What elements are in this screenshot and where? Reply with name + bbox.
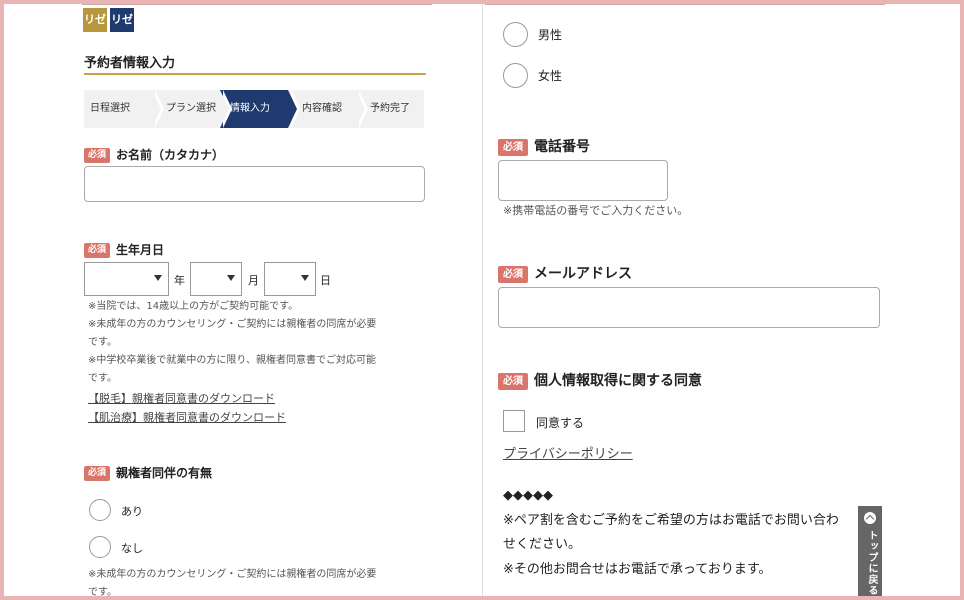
birth-month-select[interactable] xyxy=(190,262,242,296)
name-field-label: 必須 お名前（カタカナ） xyxy=(84,146,224,163)
birth-note-3: です。 xyxy=(88,337,117,348)
month-unit: 月 xyxy=(248,274,259,287)
phone-field-label: 必須 電話番号 xyxy=(498,136,590,156)
gender-female-label: 女性 xyxy=(538,69,563,83)
email-field-label: 必須 メールアドレス xyxy=(498,263,632,283)
step-date-label: 日程選択 xyxy=(90,103,130,114)
logo-mark-navy: リゼ xyxy=(110,8,134,32)
birthdate-field-label: 必須 生年月日 xyxy=(84,241,164,258)
guardian-yes-radio[interactable] xyxy=(89,499,111,521)
chevron-down-icon xyxy=(154,275,162,281)
gender-male-label: 男性 xyxy=(538,28,563,42)
step-info-label: 情報入力 xyxy=(230,103,270,114)
birth-note-5: です。 xyxy=(88,373,117,384)
guardian-no-radio[interactable] xyxy=(89,536,111,558)
email-label-text: メールアドレス xyxy=(534,266,632,282)
step-date: 日程選択 xyxy=(84,90,164,128)
step-confirm-label: 内容確認 xyxy=(302,103,342,114)
required-badge: 必須 xyxy=(498,265,528,283)
birthdate-label-text: 生年月日 xyxy=(116,243,165,257)
left-form-panel: リゼ リゼ 予約者情報入力 日程選択 プラン選択 情報入力 内容確認 予約完了 … xyxy=(4,4,482,596)
step-plan-label: プラン選択 xyxy=(166,103,216,114)
chevron-up-icon xyxy=(864,512,876,524)
chevron-down-icon xyxy=(227,275,235,281)
day-unit: 日 xyxy=(320,274,331,287)
required-badge: 必須 xyxy=(84,466,111,481)
privacy-policy-link[interactable]: プライバシーポリシー xyxy=(503,443,633,462)
brand-logo[interactable]: リゼ リゼ xyxy=(83,8,134,32)
guardian-yes-label: あり xyxy=(121,505,143,518)
step-complete-label: 予約完了 xyxy=(370,103,410,114)
progress-steps: 日程選択 プラン選択 情報入力 内容確認 予約完了 xyxy=(84,90,424,128)
birth-year-select[interactable] xyxy=(84,262,169,296)
phone-label-text: 電話番号 xyxy=(534,139,590,155)
email-input[interactable] xyxy=(498,287,880,328)
name-input[interactable] xyxy=(84,166,425,202)
download-skin-treatment-consent[interactable]: 【肌治療】親権者同意書のダウンロード xyxy=(88,409,286,425)
right-form-panel: 男性 女性 必須 電話番号 ※携帯電話の番号でご入力ください。 必須 メールアドレス… xyxy=(482,4,960,596)
gender-female-radio[interactable] xyxy=(503,63,528,88)
chevron-down-icon xyxy=(301,275,309,281)
page-title: 予約者情報入力 xyxy=(84,56,176,71)
birth-note-1: ※当院では、14歳以上の方がご契約可能です。 xyxy=(88,301,299,312)
download-hair-removal-consent[interactable]: 【脱毛】親権者同意書のダウンロード xyxy=(88,390,275,406)
consent-checkbox-label: 同意する xyxy=(536,416,585,430)
info-line-other-inquiries: ※その他お問合せはお電話で承っております。 xyxy=(503,562,772,577)
birth-day-select[interactable] xyxy=(264,262,316,296)
birth-note-2: ※未成年の方のカウンセリング・ご契約には親権者の同席が必要 xyxy=(88,319,377,330)
guardian-label-text: 親権者同伴の有無 xyxy=(116,466,213,480)
phone-input[interactable] xyxy=(498,160,668,201)
gender-male-radio[interactable] xyxy=(503,22,528,47)
top-divider xyxy=(485,4,885,5)
birth-note-4: ※中学校卒業後で就業中の方に限り、親権者同意書でご対応可能 xyxy=(88,355,376,366)
name-label-text: お名前（カタカナ） xyxy=(116,148,225,162)
required-badge: 必須 xyxy=(498,372,528,390)
guardian-note-2: です。 xyxy=(88,587,117,596)
required-badge: 必須 xyxy=(84,148,111,163)
back-to-top-button[interactable]: トップに戻る xyxy=(858,506,882,596)
back-to-top-label: トップに戻る xyxy=(866,530,877,596)
guardian-field-label: 必須 親権者同伴の有無 xyxy=(84,464,212,481)
required-badge: 必須 xyxy=(84,243,111,258)
consent-label-text: 個人情報取得に関する同意 xyxy=(534,373,702,389)
year-unit: 年 xyxy=(174,274,185,287)
top-divider xyxy=(82,4,432,5)
phone-note: ※携帯電話の番号でご入力ください。 xyxy=(503,204,689,217)
guardian-no-label: なし xyxy=(121,542,143,555)
info-diamonds: ◆◆◆◆◆ xyxy=(503,488,553,503)
consent-checkbox[interactable] xyxy=(503,410,525,432)
info-line-pair-discount-cont: せください。 xyxy=(503,537,582,552)
consent-field-label: 必須 個人情報取得に関する同意 xyxy=(498,370,702,390)
title-underline xyxy=(84,73,426,75)
guardian-note-1: ※未成年の方のカウンセリング・ご契約には親権者の同席が必要 xyxy=(88,569,377,580)
required-badge: 必須 xyxy=(498,138,528,156)
info-line-pair-discount: ※ペア割を含むご予約をご希望の方はお電話でお問い合わ xyxy=(503,513,839,528)
logo-mark-gold: リゼ xyxy=(83,8,107,32)
